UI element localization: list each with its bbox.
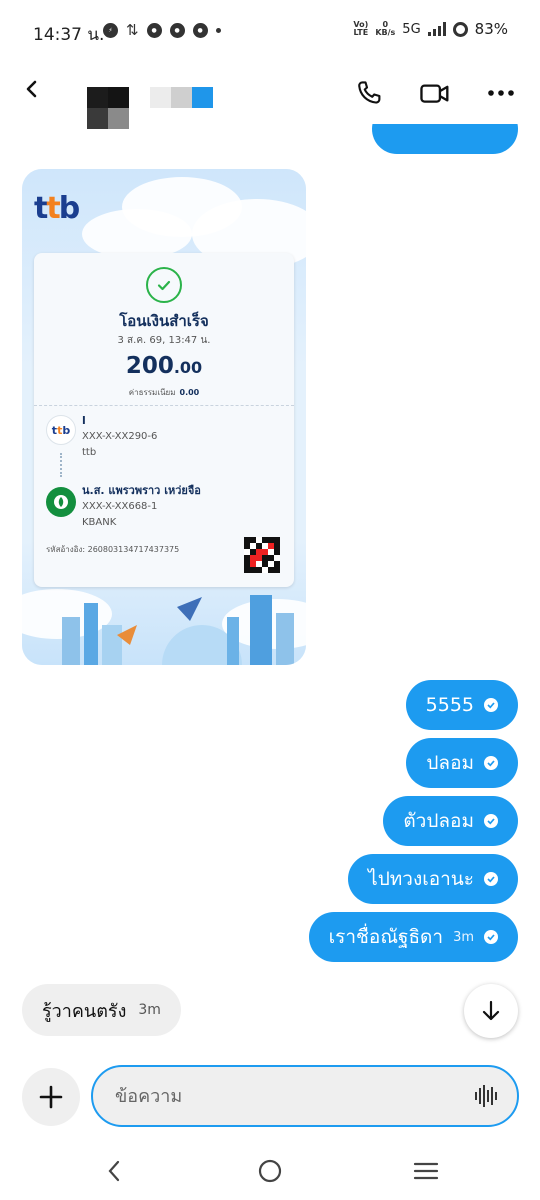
message-time: 3m: [138, 1002, 161, 1018]
city-skyline-illustration: [62, 595, 294, 665]
video-camera-icon: [420, 84, 449, 103]
volte-indicator: Vo) LTE: [353, 20, 369, 37]
message-time: 3m: [453, 929, 474, 945]
outgoing-message[interactable]: ไปทวงเอานะ: [348, 854, 518, 904]
seen-check-icon: [484, 872, 498, 886]
more-icon: [488, 90, 514, 96]
status-bar: 14:37 น. ⚡ ⇅ ● ● ● Vo) LTE 0 KB/s 5G 83%: [0, 0, 540, 62]
system-status: Vo) LTE 0 KB/s 5G 83%: [353, 20, 508, 38]
message-text: เราชื่อณัฐธิดา: [328, 926, 444, 948]
signal-icon: [427, 22, 446, 36]
battery-level: 83%: [474, 20, 508, 38]
message-text: 5555: [425, 694, 474, 716]
contact-name[interactable]: [150, 87, 213, 108]
amount-main: 200: [125, 353, 174, 379]
transfer-amount: 200.00: [34, 353, 294, 379]
nav-back-icon: [108, 1160, 120, 1182]
message-input-container[interactable]: [91, 1065, 519, 1127]
ttb-logo: ttb: [34, 191, 80, 226]
receiver-bank: KBANK: [82, 517, 117, 528]
seen-check-icon: [484, 756, 498, 770]
messenger-icon: ⚡: [103, 22, 118, 38]
more-options-button[interactable]: [484, 76, 518, 110]
sender-info: l XXX-X-XX290-6 ttb: [82, 413, 157, 461]
nav-recents-icon: [413, 1162, 439, 1180]
previous-message-bubble[interactable]: [372, 124, 518, 154]
success-check-icon: [146, 267, 182, 303]
outgoing-message[interactable]: ปลอม: [406, 738, 518, 788]
outgoing-message[interactable]: เราชื่อณัฐธิดา 3m: [308, 912, 518, 962]
video-call-button[interactable]: [418, 76, 452, 110]
chat-header: [0, 62, 540, 129]
seen-check-icon: [484, 814, 498, 828]
nav-back-button[interactable]: [94, 1154, 134, 1188]
receiver-account: XXX-X-XX668-1: [82, 501, 158, 512]
receiver-name: น.ส. แพรวพราว เหว่ยจือ: [82, 484, 201, 497]
back-arrow-icon: [26, 80, 37, 98]
message-text: รู้วาคนตรัง: [42, 1000, 127, 1022]
avatar[interactable]: [87, 87, 129, 129]
fee-label: ค่าธรรมเนียม: [128, 388, 176, 397]
message-text: ตัวปลอม: [403, 810, 474, 832]
sender-name: l: [82, 414, 86, 427]
line-icon: ●: [146, 22, 162, 38]
outgoing-message[interactable]: 5555: [405, 680, 518, 730]
message-text: ปลอม: [426, 752, 474, 774]
back-button[interactable]: [20, 76, 46, 102]
incoming-message[interactable]: รู้วาคนตรัง 3m: [22, 984, 181, 1036]
seen-check-icon: [484, 930, 498, 944]
nav-home-button[interactable]: [250, 1154, 290, 1188]
divider: [34, 405, 294, 406]
message-list[interactable]: ttb โอนเงินสำเร็จ 3 ส.ค. 69, 13:47 น. 20…: [0, 124, 540, 1064]
plus-icon: [39, 1085, 63, 1109]
network-type: 5G: [402, 21, 421, 37]
transfer-status-title: โอนเงินสำเร็จ: [119, 312, 209, 330]
status-time: 14:37 น.: [33, 25, 105, 45]
system-navigation-bar: [0, 1140, 540, 1200]
message-text: ไปทวงเอานะ: [368, 868, 474, 890]
nav-home-icon: [258, 1159, 282, 1183]
scroll-to-bottom-button[interactable]: [464, 984, 518, 1038]
cloud-shape: [82, 209, 192, 259]
line-icon-2: ●: [169, 22, 185, 38]
arrow-down-icon: [482, 1000, 500, 1021]
retweet-icon: ⇅: [126, 21, 139, 39]
voice-message-button[interactable]: [475, 1084, 501, 1108]
phone-icon: [358, 81, 381, 104]
notification-icons: ⚡ ⇅ ● ● ●: [103, 21, 221, 39]
seen-check-icon: [484, 698, 498, 712]
fee-row: ค่าธรรมเนียม 0.00: [34, 386, 294, 399]
call-button[interactable]: [352, 76, 386, 110]
kbank-logo-icon: [46, 487, 76, 517]
more-notifications-dot-icon: [215, 27, 221, 33]
transfer-date: 3 ส.ค. 69, 13:47 น.: [117, 335, 211, 346]
receiver-info: น.ส. แพรวพราว เหว่ยจือ XXX-X-XX668-1 KBA…: [82, 483, 201, 531]
reference-number: รหัสอ้างอิง: 260803134717437375: [46, 545, 180, 554]
transfer-slip-image[interactable]: ttb โอนเงินสำเร็จ 3 ส.ค. 69, 13:47 น. 20…: [22, 169, 306, 665]
message-input[interactable]: [115, 1067, 455, 1125]
sender-account: XXX-X-XX290-6: [82, 431, 158, 442]
add-attachment-button[interactable]: [22, 1068, 80, 1126]
outgoing-message[interactable]: ตัวปลอม: [383, 796, 518, 846]
slip-card: โอนเงินสำเร็จ 3 ส.ค. 69, 13:47 น. 200.00…: [34, 253, 294, 587]
battery-icon: [452, 21, 468, 37]
chat-bubble-icon: ●: [192, 22, 208, 38]
sender-bank: ttb: [82, 447, 97, 458]
amount-cents: .00: [173, 358, 203, 377]
nav-recents-button[interactable]: [406, 1154, 446, 1188]
fee-value: 0.00: [179, 388, 200, 397]
net-speed: 0 KB/s: [375, 20, 396, 37]
transfer-connector: [60, 453, 62, 477]
ttb-bank-logo-icon: ttb: [46, 415, 76, 445]
qr-code-icon: [244, 537, 280, 573]
